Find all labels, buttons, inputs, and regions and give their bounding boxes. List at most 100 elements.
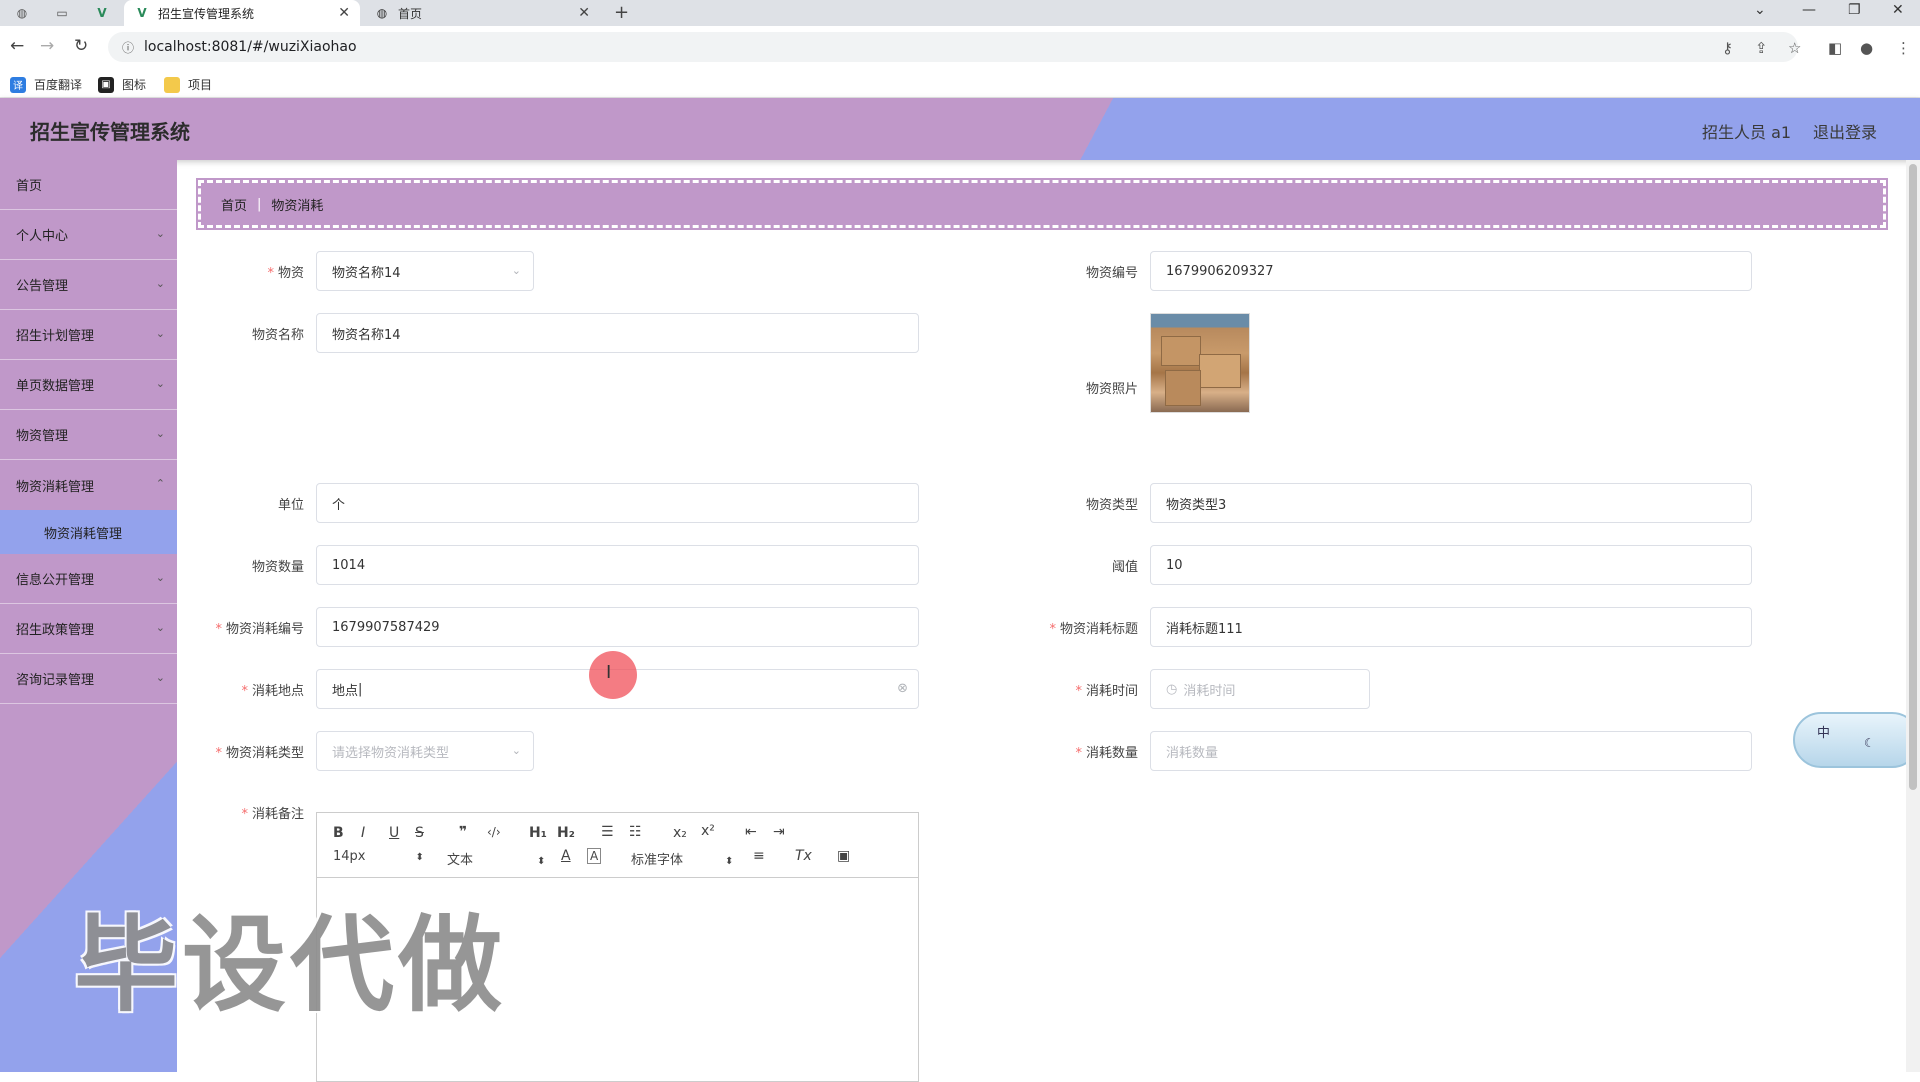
material-type-input[interactable]: 物资类型3	[1150, 483, 1752, 523]
forward-arrow-icon[interactable]: →	[40, 36, 54, 56]
globe-icon[interactable]: ◍	[10, 3, 34, 23]
required-mark: *	[267, 266, 274, 281]
material-name-input[interactable]: 物资名称14	[316, 313, 919, 353]
scroll-thumb[interactable]	[1909, 164, 1917, 790]
sidebar-item-enrollment-policy[interactable]: 招生政策管理 ⌄	[0, 604, 177, 654]
chevron-down-icon: ⌄	[155, 277, 165, 290]
align-icon[interactable]: ≡	[753, 848, 765, 864]
share-icon[interactable]: ⇪	[1755, 39, 1768, 57]
url-text: localhost:8081/#/wuziXiaohao	[144, 39, 357, 55]
sidebar-item-materials[interactable]: 物资管理 ⌄	[0, 410, 177, 460]
consumption-quantity-input[interactable]: 消耗数量	[1150, 731, 1752, 771]
font-family-select[interactable]: 标准字体 ⬍	[631, 849, 733, 868]
image-icon[interactable]: ▣	[837, 848, 850, 864]
info-icon[interactable]: ⓘ	[122, 39, 134, 56]
photo-box-shape	[1199, 354, 1241, 388]
font-size-select[interactable]: 14px ⬍	[333, 849, 424, 864]
breadcrumb-separator: |	[257, 196, 262, 212]
consumption-time-picker[interactable]: ◷ 消耗时间	[1150, 669, 1370, 709]
sidebar-item-single-page-data[interactable]: 单页数据管理 ⌄	[0, 360, 177, 410]
code-icon[interactable]: ‹/›	[487, 825, 501, 839]
bookmark-baidu-translate[interactable]: 译 百度翻译	[10, 76, 82, 93]
format-value: 文本	[447, 853, 474, 868]
restore-icon[interactable]: ❐	[1848, 2, 1861, 18]
url-field[interactable]: ⓘ localhost:8081/#/wuziXiaohao	[108, 32, 1798, 62]
consumption-title-input[interactable]: 消耗标题111	[1150, 607, 1752, 647]
unit-input[interactable]: 个	[316, 483, 919, 523]
updown-icon: ⬍	[415, 852, 424, 863]
back-arrow-icon[interactable]: ←	[10, 36, 24, 56]
logout-link[interactable]: 退出登录	[1813, 119, 1877, 143]
page-scrollbar[interactable]	[1906, 160, 1920, 1072]
indent-icon[interactable]: ⇥	[773, 824, 785, 840]
bold-icon[interactable]: B	[333, 825, 344, 841]
minimize-icon[interactable]: —	[1802, 2, 1816, 18]
material-select[interactable]: 物资名称14 ⌄	[316, 251, 534, 291]
sidebar-item-label: 个人中心	[16, 229, 69, 244]
bookmark-icons[interactable]: ▣ 图标	[98, 76, 146, 93]
label-text: 消耗备注	[251, 807, 304, 822]
ime-mode: 中	[1817, 726, 1831, 741]
ime-widget[interactable]: 中 ☾	[1793, 712, 1920, 768]
heading1-icon[interactable]: H₁	[529, 825, 547, 841]
close-icon[interactable]: ✕	[338, 5, 350, 21]
material-quantity-input[interactable]: 1014	[316, 545, 919, 585]
vue-icon[interactable]: V	[90, 3, 114, 23]
breadcrumb-current: 物资消耗	[271, 198, 324, 214]
underline-icon[interactable]: U	[389, 825, 399, 841]
sidebar-item-label: 招生政策管理	[16, 623, 95, 638]
format-select[interactable]: 文本 ⬍	[447, 849, 545, 868]
sidebar-item-personal-center[interactable]: 个人中心 ⌄	[0, 210, 177, 260]
sidebar-item-label: 单页数据管理	[16, 379, 95, 394]
close-icon[interactable]: ✕	[578, 5, 590, 21]
italic-icon[interactable]: I	[361, 825, 365, 841]
blockquote-icon[interactable]: ❞	[459, 824, 467, 840]
background-color-icon[interactable]: A	[587, 848, 602, 864]
sidebar-item-enrollment-plan[interactable]: 招生计划管理 ⌄	[0, 310, 177, 360]
sidebar-item-home[interactable]: 首页	[0, 160, 177, 210]
placeholder-text: 请选择物资消耗类型	[332, 745, 450, 761]
star-icon[interactable]: ☆	[1788, 39, 1801, 57]
font-color-icon[interactable]: A	[561, 848, 571, 864]
sidepanel-icon[interactable]: ◧	[1828, 39, 1842, 57]
key-icon[interactable]: ⚷	[1722, 39, 1733, 57]
ordered-list-icon[interactable]: ☰	[601, 824, 614, 840]
profile-icon[interactable]: ●	[1860, 39, 1873, 57]
breadcrumb: 首页 | 物资消耗	[196, 178, 1888, 230]
close-window-icon[interactable]: ✕	[1892, 2, 1904, 18]
blank-tab-icon[interactable]: ▭	[50, 3, 74, 23]
sidebar-item-consultation-records[interactable]: 咨询记录管理 ⌄	[0, 654, 177, 704]
subscript-icon[interactable]: x₂	[673, 825, 687, 841]
bookmark-label: 图标	[122, 78, 147, 92]
clear-icon[interactable]: ⊗	[897, 681, 908, 696]
chevron-down-icon: ⌄	[155, 427, 165, 440]
consumption-remark-label: * 消耗备注	[200, 803, 304, 822]
strikethrough-icon[interactable]: S	[415, 825, 424, 841]
consumption-type-select[interactable]: 请选择物资消耗类型 ⌄	[316, 731, 534, 771]
label-text: 消耗时间	[1085, 684, 1138, 699]
new-tab-button[interactable]: +	[614, 2, 629, 23]
heading2-icon[interactable]: H₂	[557, 825, 575, 841]
tab-title: 招生宣传管理系统	[158, 6, 255, 21]
tab-home[interactable]: ◍ 首页 ✕	[364, 0, 600, 26]
tab-active[interactable]: V 招生宣传管理系统 ✕	[124, 0, 360, 26]
outdent-icon[interactable]: ⇤	[745, 824, 757, 840]
clear-format-icon[interactable]: Tx	[795, 848, 812, 864]
consumption-code-input[interactable]: 1679907587429	[316, 607, 919, 647]
sidebar-subitem-material-consumption[interactable]: 物资消耗管理	[0, 510, 177, 554]
menu-dots-icon[interactable]: ⋮	[1896, 39, 1911, 57]
browser-tab-bar: ◍ ▭ V V 招生宣传管理系统 ✕ ◍ 首页 ✕ + ⌄ — ❐ ✕	[0, 0, 1920, 26]
sidebar-item-info-disclosure[interactable]: 信息公开管理 ⌄	[0, 554, 177, 604]
sidebar-item-material-consumption[interactable]: 物资消耗管理 ⌃	[0, 460, 177, 510]
chevron-down-icon[interactable]: ⌄	[1754, 2, 1766, 18]
material-code-input[interactable]: 1679906209327	[1150, 251, 1752, 291]
sidebar-item-announcements[interactable]: 公告管理 ⌄	[0, 260, 177, 310]
chevron-down-icon: ⌄	[155, 327, 165, 340]
breadcrumb-home[interactable]: 首页	[221, 195, 247, 214]
threshold-input[interactable]: 10	[1150, 545, 1752, 585]
reload-icon[interactable]: ↻	[74, 36, 88, 56]
bookmark-project[interactable]: 项目	[164, 76, 212, 93]
superscript-icon[interactable]: x²	[701, 823, 715, 839]
bullet-list-icon[interactable]: ☷	[629, 824, 642, 840]
updown-icon: ⬍	[537, 856, 546, 867]
